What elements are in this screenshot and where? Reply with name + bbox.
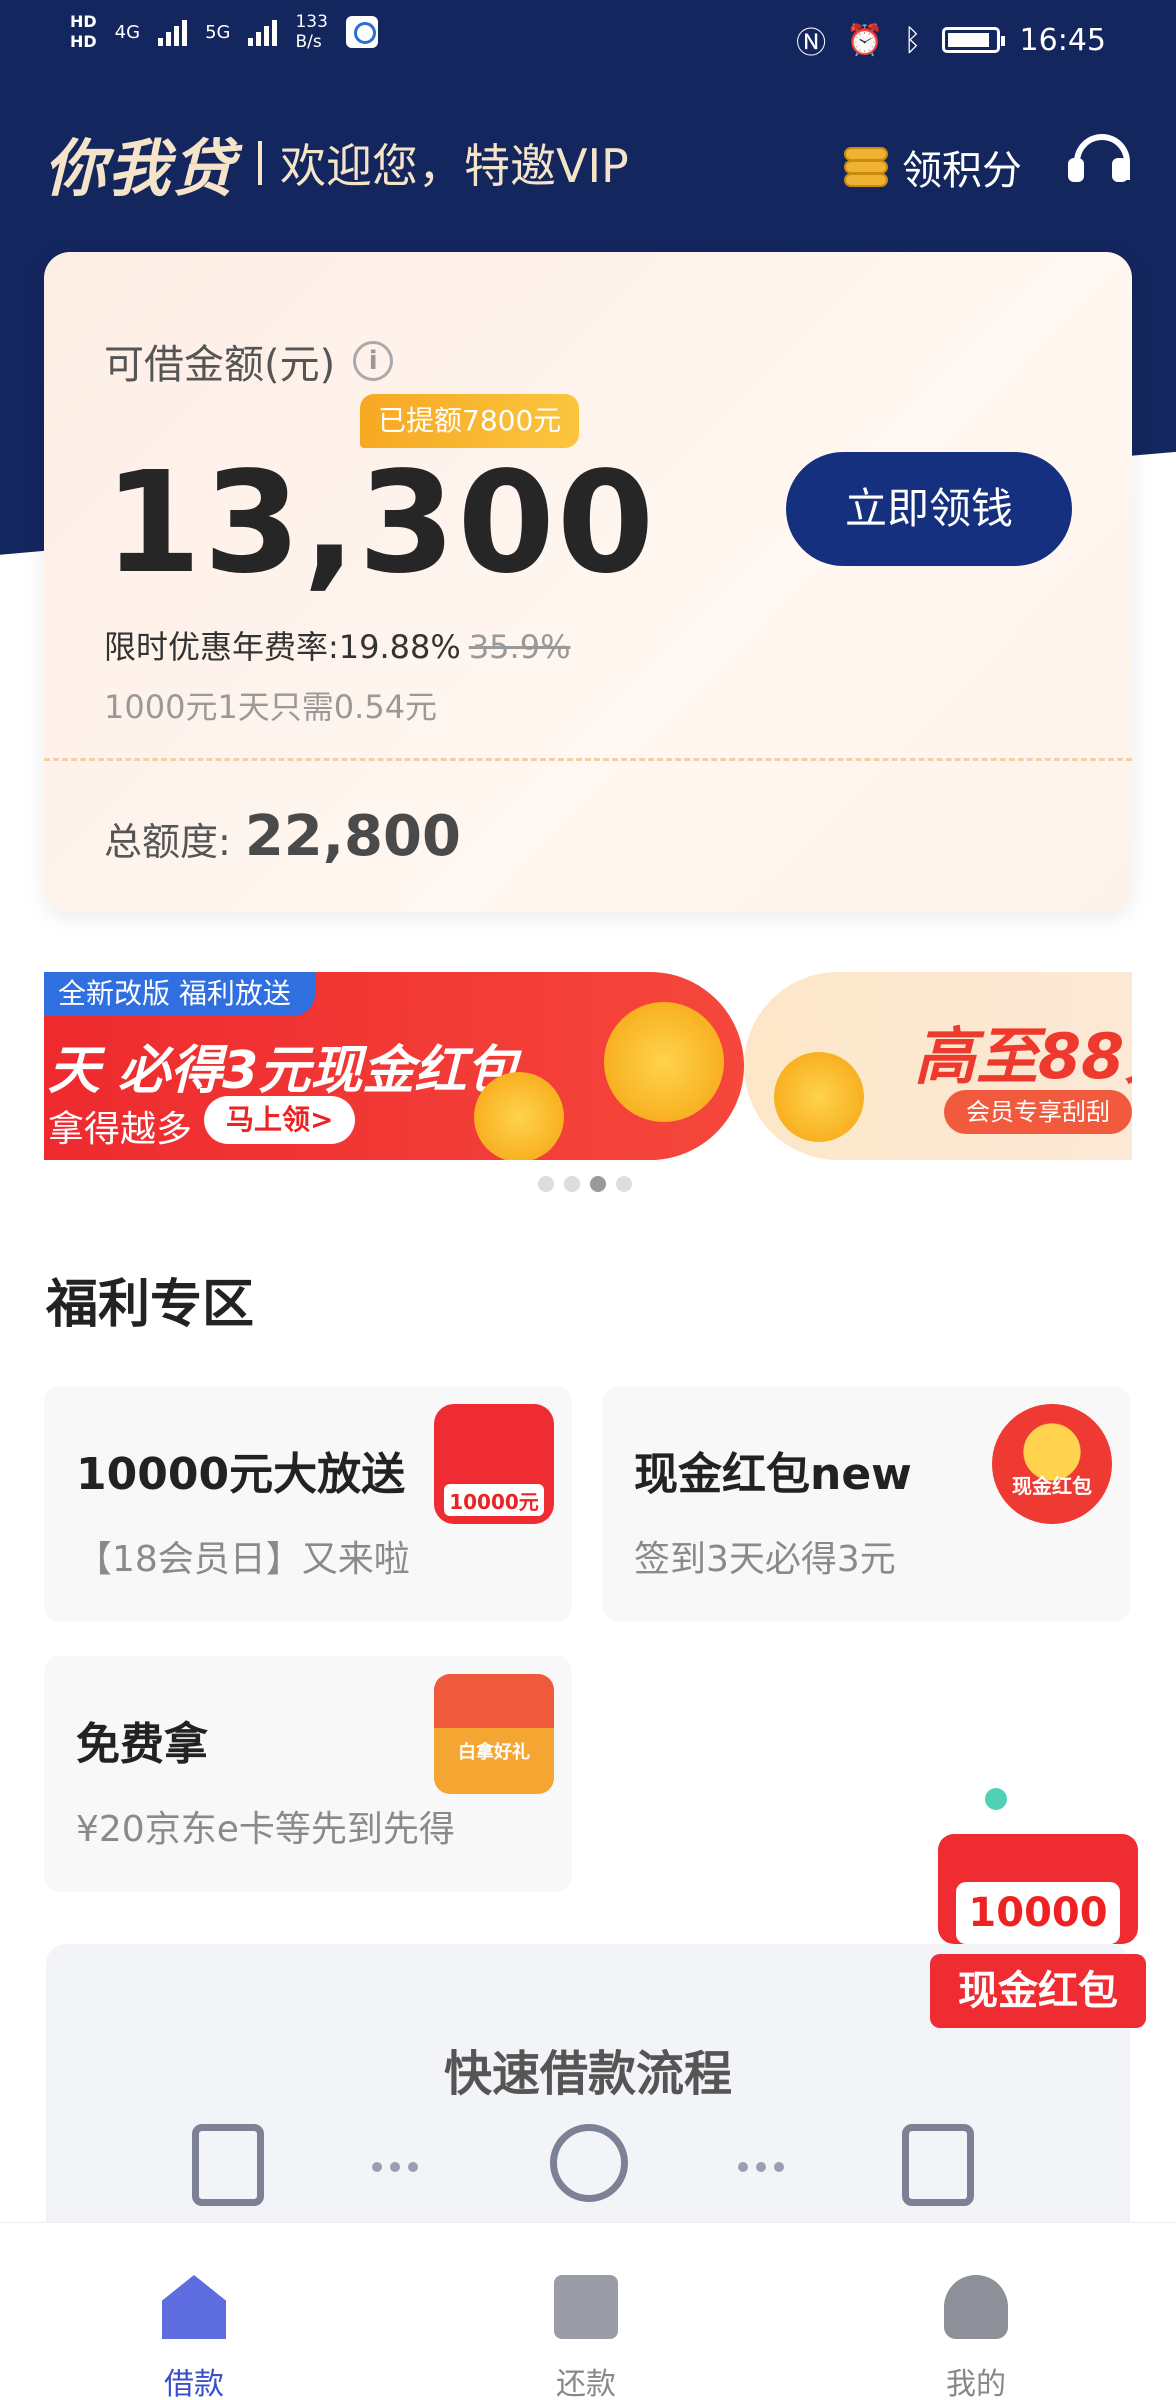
available-amount: 13,300 (104, 442, 657, 605)
loan-card: 可借金额(元) i 已提额7800元 13,300 立即领钱 限时优惠年费率:1… (44, 252, 1132, 912)
hd-indicator: HD HD (70, 12, 97, 52)
battery-icon (941, 27, 1005, 53)
alarm-icon: ⏰ (846, 22, 884, 58)
approved-bag-icon (902, 2124, 974, 2206)
limit-increase-tag: 已提额7800元 (360, 394, 580, 448)
carrier-app-icon (345, 16, 378, 48)
welfare-card-title: 现金红包new (634, 1449, 912, 1500)
home-icon (162, 2275, 226, 2339)
float-ad-amount: 10000元 (956, 1882, 1120, 1998)
points-label: 领积分 (902, 148, 1022, 194)
welfare-card-title: 10000元大放送 (76, 1449, 406, 1500)
welfare-card-title: 免费拿 (76, 1719, 208, 1770)
welfare-card-giveaway[interactable]: 10000元大放送 【18会员日】又来啦 10000元 (44, 1386, 572, 1622)
tab-label: 我的 (946, 2367, 1006, 2400)
gift-box-icon-text: 白拿好礼 (458, 1742, 530, 1763)
welfare-card-desc: 【18会员日】又来啦 (76, 1539, 410, 1580)
decorative-dot (985, 1788, 1007, 1810)
header-divider (258, 141, 263, 185)
user-icon (944, 2275, 1008, 2339)
status-bar: HD HD 4G 5G 133 B/s Ⓝ ⏰ ᛒ 16:45 (0, 0, 1176, 74)
welcome-text: 欢迎您，特邀VIP (280, 139, 629, 193)
status-right: Ⓝ ⏰ ᛒ 16:45 (796, 18, 1106, 62)
old-rate: 35.9% (468, 628, 571, 666)
red-envelope-icon: 10000元 (434, 1404, 554, 1524)
status-left: HD HD 4G 5G 133 B/s (70, 12, 378, 52)
promo-banner-carousel[interactable]: 全新改版 福利放送 天 必得3元现金红包 拿得越多 马上领> 高至88元 会员专… (44, 972, 1132, 1160)
network-5g-label: 5G (205, 21, 231, 43)
app-logo: 你我贷 (44, 132, 237, 205)
welfare-card-free[interactable]: 免费拿 ¥20京东e卡等先到先得 白拿好礼 (44, 1656, 572, 1892)
welfare-section-title: 福利专区 (46, 1275, 255, 1335)
banner-slide2-title: 高至88元 (914, 1020, 1132, 1093)
repay-icon (554, 2275, 618, 2339)
nfc-icon: Ⓝ (796, 26, 827, 61)
total-limit-value: 22,800 (244, 804, 461, 869)
red-envelope-icon-text: 10000元 (449, 1490, 539, 1514)
flow-connector (372, 2162, 418, 2172)
bottom-tab-bar: 借款 还款 我的 (0, 2222, 1176, 2400)
welfare-card-cash[interactable]: 现金红包new 签到3天必得3元 现金红包 (602, 1386, 1130, 1622)
cash-bag-icon: 现金红包 (992, 1404, 1112, 1524)
coin-stack-icon (844, 145, 888, 189)
signal-icon (158, 18, 188, 46)
welfare-card-desc: ¥20京东e卡等先到先得 (76, 1809, 455, 1850)
flow-connector (738, 2162, 784, 2172)
speed-value: 133 (295, 12, 328, 32)
get-money-button[interactable]: 立即领钱 (786, 452, 1072, 566)
hd-label-2: HD (70, 32, 97, 51)
coin-decoration-icon (774, 1052, 864, 1142)
points-button[interactable]: 领积分 (844, 138, 1022, 196)
carousel-dot-active (590, 1176, 606, 1192)
banner-ribbon: 全新改版 福利放送 (44, 972, 315, 1016)
banner-title: 天 必得3元现金红包 (48, 1041, 519, 1101)
carousel-dot (538, 1176, 554, 1192)
float-ad-label: 现金红包 (930, 1954, 1146, 2028)
phone-icon (192, 2124, 264, 2206)
tab-label: 还款 (556, 2367, 616, 2400)
banner-slide2-subtitle: 会员专享刮刮 (944, 1090, 1132, 1134)
banner-slide-bonus[interactable]: 高至88元 会员专享刮刮 (744, 972, 1132, 1160)
bluetooth-icon: ᛒ (903, 22, 922, 58)
speed-unit: B/s (295, 32, 322, 52)
gift-box-icon: 白拿好礼 (434, 1674, 554, 1794)
banner-claim-button[interactable]: 马上领> (204, 1096, 356, 1144)
coin-decoration-icon (474, 1072, 564, 1160)
network-4g-label: 4G (114, 21, 141, 43)
carousel-dot (616, 1176, 632, 1192)
banner-slide-cash[interactable]: 全新改版 福利放送 天 必得3元现金红包 拿得越多 马上领> (44, 972, 744, 1160)
app-header: 你我贷 欢迎您，特邀VIP 领积分 (44, 120, 1132, 206)
info-icon[interactable]: i (353, 341, 394, 381)
customer-service-icon[interactable] (1066, 130, 1132, 192)
rate-row: 限时优惠年费率:19.88% 35.9% (104, 622, 570, 668)
carousel-indicator (538, 1176, 632, 1192)
banner-subtitle: 拿得越多 (48, 1109, 193, 1150)
floating-red-packet-ad[interactable]: 10000元 现金红包 (920, 1824, 1156, 2034)
signal-icon-2 (248, 18, 278, 46)
search-icon (550, 2124, 628, 2202)
total-limit-label: 总额度: (104, 820, 231, 864)
available-amount-label: 可借金额(元) (104, 342, 336, 388)
hd-label-1: HD (70, 12, 97, 31)
welfare-card-desc: 签到3天必得3元 (634, 1539, 896, 1580)
clock: 16:45 (1019, 22, 1106, 58)
daily-cost-text: 1000元1天只需0.54元 (104, 688, 438, 726)
card-divider (44, 758, 1132, 761)
carousel-dot (564, 1176, 580, 1192)
flow-title: 快速借款流程 (443, 2046, 732, 2102)
cash-bag-icon-text: 现金红包 (1012, 1474, 1092, 1498)
network-speed: 133 B/s (295, 12, 327, 52)
tab-label: 借款 (164, 2367, 224, 2400)
rate-text: 限时优惠年费率:19.88% (104, 628, 461, 666)
available-amount-label-row: 可借金额(元) i (104, 332, 394, 390)
coin-decoration-icon (604, 1002, 724, 1122)
total-limit-row: 总额度: 22,800 (104, 804, 461, 869)
